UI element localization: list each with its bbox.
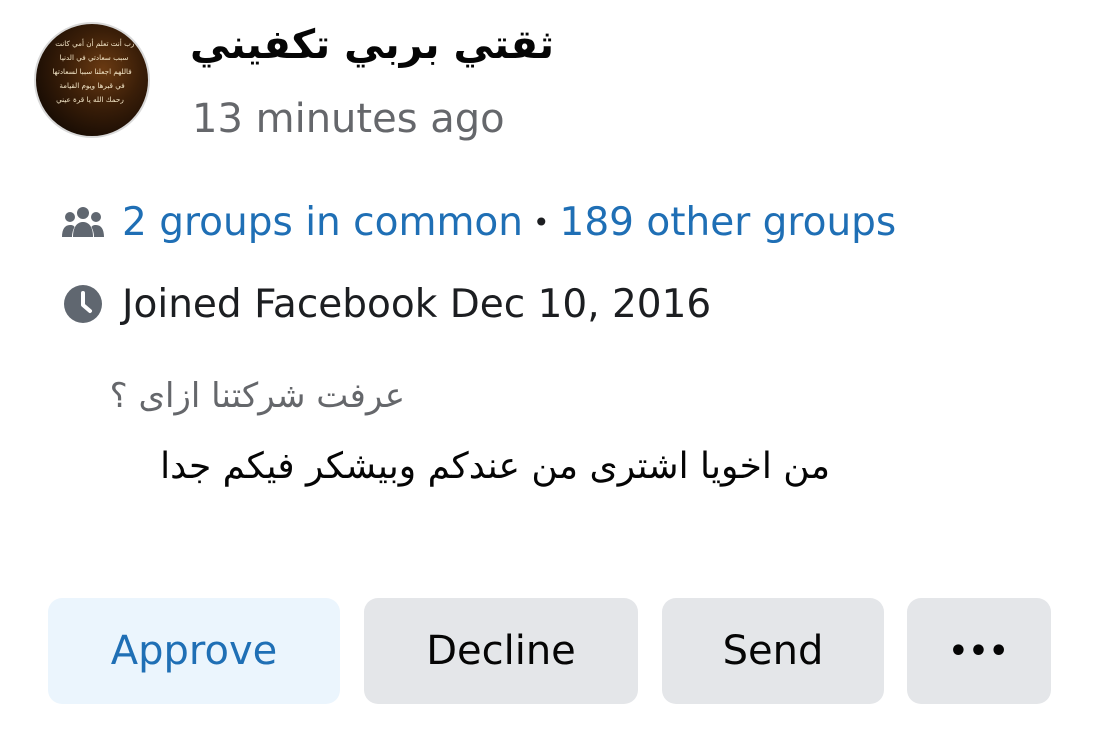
groups-info-row: 2 groups in common • 189 other groups xyxy=(60,196,896,248)
groups-in-common-link[interactable]: 2 groups in common xyxy=(122,200,523,245)
avatar-caption-line: يا رب أنت تعلم أن أمي كانت xyxy=(55,38,141,48)
joined-date-text: Joined Facebook Dec 10, 2016 xyxy=(122,281,712,327)
member-name[interactable]: ثقتي بربي تكفيني xyxy=(190,22,554,68)
separator-dot: • xyxy=(533,205,550,239)
posted-time: 13 minutes ago xyxy=(192,96,505,142)
avatar[interactable]: يا رب أنت تعلم أن أمي كانت سبب سعادتي في… xyxy=(34,22,150,138)
approve-button[interactable]: Approve xyxy=(48,598,340,704)
decline-button[interactable]: Decline xyxy=(364,598,638,704)
membership-question: عرفت شركتنا ازاى ؟ xyxy=(109,376,405,416)
avatar-caption-line: فاللهم اجعلنا سببا لسعادتها xyxy=(52,67,131,76)
more-options-button[interactable]: ••• xyxy=(907,598,1051,704)
joined-info-row: Joined Facebook Dec 10, 2016 xyxy=(60,278,711,330)
send-button[interactable]: Send xyxy=(662,598,884,704)
other-groups-link[interactable]: 189 other groups xyxy=(560,200,897,245)
clock-icon xyxy=(60,281,106,327)
avatar-caption-line: سبب سعادتي في الدنيا xyxy=(60,53,129,62)
avatar-caption-line: في قبرها ويوم القيامة xyxy=(59,81,124,90)
membership-answer: من اخويا اشترى من عندكم وبيشكر فيكم جدا xyxy=(160,446,830,487)
people-group-icon xyxy=(60,199,106,245)
avatar-caption-line: رحمك الله يا قرة عيني xyxy=(56,95,124,104)
avatar-image: يا رب أنت تعلم أن أمي كانت سبب سعادتي في… xyxy=(52,38,141,104)
